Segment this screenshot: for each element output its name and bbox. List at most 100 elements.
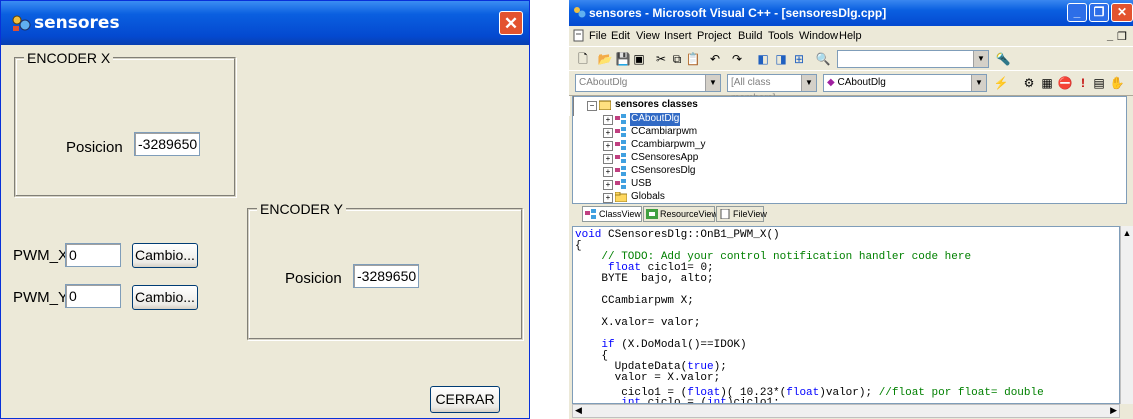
code-editor[interactable]: void CSensoresDlg::OnB1_PWM_X() { // TOD… — [572, 226, 1120, 404]
output-icon[interactable]: ◨ — [773, 51, 789, 67]
encoder-x-group: ENCODER X Posicion -3289650 — [14, 50, 236, 197]
pwm-x-label: PWM_X — [13, 247, 69, 264]
hand-icon[interactable]: ✋ — [1109, 75, 1125, 91]
scroll-up-icon[interactable]: ▲ — [1121, 228, 1133, 238]
menu-file[interactable]: File — [589, 30, 607, 42]
compile-icon[interactable]: ⚙ — [1021, 75, 1037, 91]
class-combo[interactable]: CAboutDlg ▼ — [575, 74, 721, 92]
tab-resourceview[interactable]: ResourceView — [643, 206, 718, 222]
fileview-icon — [720, 209, 730, 219]
standard-toolbar: 🗋 📂 💾 ▣ ✂ ⧉ 📋 ↶ ↷ ◧ ◨ ⊞ 🔍 ▼ 🔦 — [569, 46, 1133, 72]
find-combo[interactable]: ▼ — [837, 50, 989, 68]
code-line: BYTE bajo, alto; — [575, 273, 714, 285]
visual-cpp-window: sensores - Microsoft Visual C++ - [senso… — [569, 0, 1133, 419]
dock-grip[interactable] — [569, 96, 574, 116]
build-icon[interactable]: ▦ — [1039, 75, 1055, 91]
class-icon — [615, 140, 626, 150]
encoder-y-group: ENCODER Y Posicion -3289650 — [247, 201, 523, 340]
cerrar-button[interactable]: CERRAR — [430, 386, 500, 413]
open-folder-icon[interactable]: 📂 — [597, 51, 613, 67]
folder-icon — [615, 192, 627, 202]
menu-view[interactable]: View — [636, 30, 660, 42]
menu-project[interactable]: Project — [697, 30, 731, 42]
class-icon — [615, 166, 626, 176]
find-icon[interactable]: 🔦 — [995, 51, 1011, 67]
pwm-x-field[interactable]: 0 — [65, 243, 121, 267]
members-combo[interactable]: [All class members]▼ — [727, 74, 817, 104]
dialog-title: sensores — [34, 13, 120, 33]
classes-folder-icon — [599, 100, 611, 110]
windows-icon[interactable]: ⊞ — [791, 51, 807, 67]
save-icon[interactable]: 💾 — [615, 51, 631, 67]
tree-item-csensoresdlg[interactable]: CSensoresDlg — [631, 165, 695, 178]
expand-icon[interactable]: + — [603, 154, 613, 164]
menu-window[interactable]: Window — [799, 30, 838, 42]
tree-item-usb[interactable]: USB — [631, 178, 652, 191]
encoder-x-legend: ENCODER X — [24, 50, 114, 66]
tree-item-ccambiarpwm-y[interactable]: Ccambiarpwm_y — [631, 139, 705, 152]
encoder-x-posicion-label: Posicion — [66, 139, 123, 156]
expand-icon[interactable]: + — [603, 141, 613, 151]
tree-item-globals[interactable]: Globals — [631, 191, 665, 204]
expand-icon[interactable]: + — [603, 167, 613, 177]
breakpoint-icon[interactable]: ▤ — [1091, 75, 1107, 91]
workspace-icon[interactable]: ◧ — [755, 51, 771, 67]
mdi-minimize-icon[interactable]: _ — [1107, 30, 1113, 42]
tree-item-caboutdlg[interactable]: CAboutDlg — [630, 113, 681, 126]
new-file-icon[interactable]: 🗋 — [575, 51, 591, 67]
dialog-body: ENCODER X Posicion -3289650 PWM_X 0 Camb… — [4, 45, 526, 415]
horizontal-scrollbar[interactable]: ◀ ▶ — [572, 404, 1120, 418]
redo-icon[interactable]: ↷ — [729, 51, 745, 67]
menu-edit[interactable]: Edit — [611, 30, 630, 42]
menu-insert[interactable]: Insert — [664, 30, 692, 42]
code-line: valor = X.valor; — [575, 372, 721, 384]
scroll-right-icon[interactable]: ▶ — [1110, 405, 1117, 416]
menu-help[interactable]: Help — [839, 30, 862, 42]
app-icon — [12, 15, 31, 31]
workspace-tabs: ClassView ResourceView FileView — [572, 205, 1127, 223]
tab-classview[interactable]: ClassView — [582, 206, 642, 222]
function-combo[interactable]: ◆ CAboutDlg ▼ — [823, 74, 987, 92]
sensores-dialog: sensores ✕ ENCODER X Posicion -3289650 P… — [0, 0, 530, 419]
encoder-x-posicion-field[interactable]: -3289650 — [134, 132, 200, 156]
execute-icon[interactable]: ! — [1075, 75, 1091, 91]
dialog-titlebar[interactable]: sensores ✕ — [1, 1, 529, 45]
pwm-y-label: PWM_Y — [13, 289, 69, 306]
find-in-files-icon[interactable]: 🔍 — [815, 51, 831, 67]
expand-icon[interactable]: + — [603, 180, 613, 190]
collapse-icon[interactable]: − — [587, 101, 597, 111]
pwm-y-field[interactable]: 0 — [65, 284, 121, 308]
cut-icon[interactable]: ✂ — [653, 51, 669, 67]
tree-item-ccambiarpwm[interactable]: CCambiarpwm — [631, 126, 697, 139]
pwm-y-cambio-button[interactable]: Cambio... — [132, 285, 198, 310]
class-icon — [615, 127, 626, 137]
menu-tools[interactable]: Tools — [768, 30, 794, 42]
encoder-y-posicion-field[interactable]: -3289650 — [353, 264, 419, 288]
ide-titlebar[interactable]: sensores - Microsoft Visual C++ - [senso… — [569, 0, 1133, 26]
undo-icon[interactable]: ↶ — [707, 51, 723, 67]
expand-icon[interactable]: + — [603, 193, 613, 203]
save-all-icon[interactable]: ▣ — [631, 51, 647, 67]
wizard-action-icon[interactable]: ⚡ — [993, 75, 1009, 91]
mdi-restore-icon[interactable]: ❐ — [1117, 30, 1127, 43]
paste-icon[interactable]: 📋 — [685, 51, 701, 67]
ide-title: sensores - Microsoft Visual C++ - [senso… — [589, 6, 887, 20]
vertical-scrollbar[interactable]: ▲ — [1120, 226, 1133, 404]
minimize-icon[interactable]: _ — [1067, 3, 1087, 22]
expand-icon[interactable]: + — [603, 115, 613, 125]
stop-build-icon[interactable]: ⛔ — [1057, 75, 1073, 91]
pwm-x-cambio-button[interactable]: Cambio... — [132, 243, 198, 268]
resourceview-icon — [646, 209, 658, 219]
expand-icon[interactable]: + — [603, 128, 613, 138]
scroll-left-icon[interactable]: ◀ — [575, 405, 582, 416]
class-view-tree: − sensores classes + CAboutDlg + CCambia… — [572, 96, 1127, 204]
maximize-icon[interactable]: ❐ — [1089, 3, 1109, 22]
close-icon[interactable]: ✕ — [499, 11, 523, 35]
tab-fileview[interactable]: FileView — [716, 206, 767, 222]
copy-icon[interactable]: ⧉ — [669, 51, 685, 67]
class-icon — [615, 179, 626, 189]
tree-root[interactable]: sensores classes — [615, 99, 698, 112]
menu-build[interactable]: Build — [738, 30, 762, 42]
close-icon[interactable]: ✕ — [1111, 3, 1133, 22]
tree-item-csensoresapp[interactable]: CSensoresApp — [631, 152, 698, 165]
